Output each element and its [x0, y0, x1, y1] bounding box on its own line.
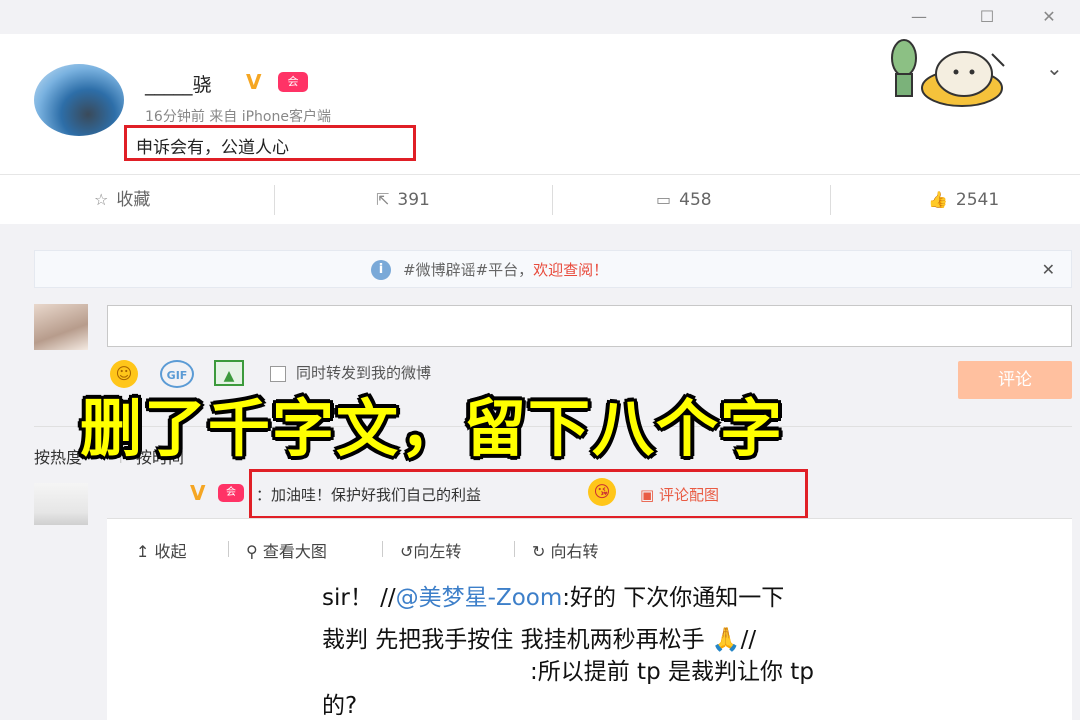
- post-action-bar: ☆ 收藏 ⇱ 391 ▭ 458 👍 2541: [0, 174, 1080, 224]
- commenter-avatar[interactable]: [34, 483, 88, 525]
- rotate-left-button[interactable]: ↺向左转: [400, 538, 461, 562]
- favorite-button[interactable]: ☆ 收藏: [94, 175, 150, 225]
- view-large-image-button[interactable]: ⚲ 查看大图: [246, 538, 327, 562]
- like-count: 2541: [955, 190, 1000, 210]
- divider: [514, 541, 515, 557]
- screenshot-text-line: :所以提前 tp 是裁判让你 tp: [530, 659, 814, 685]
- window-titlebar: — ☐ ✕: [0, 0, 1080, 34]
- share-icon: ⇱: [376, 190, 390, 209]
- divider: [274, 185, 275, 215]
- cartoon-sticker-icon: [891, 39, 1005, 107]
- thumbs-up-icon: 👍: [928, 190, 948, 209]
- kiss-emoji-icon: 😘: [588, 478, 616, 506]
- weibo-post: _____骁 V 会 16分钟前 来自 iPhone客户端 申诉会有，公道人心 …: [0, 34, 1080, 174]
- member-badge-icon[interactable]: 会: [218, 484, 244, 502]
- collapse-image-button[interactable]: ↥ 收起: [136, 538, 187, 562]
- rotate-left-icon: ↺: [400, 542, 414, 561]
- repost-button[interactable]: ⇱ 391: [376, 175, 430, 225]
- like-button[interactable]: 👍 2541: [928, 175, 999, 225]
- poster-avatar[interactable]: [34, 64, 124, 136]
- arrow-up-icon: ↥: [136, 542, 155, 561]
- notice-text: #微博辟谣#平台，欢迎查阅！: [403, 261, 609, 279]
- poster-username[interactable]: _____骁: [145, 70, 212, 97]
- screenshot-text-line: sir！ //@美梦星-Zoom:好的 下次你通知一下: [322, 585, 785, 611]
- member-badge-icon[interactable]: 会: [278, 72, 308, 92]
- submit-comment-button[interactable]: 评论: [958, 361, 1072, 399]
- divider: [830, 185, 831, 215]
- repost-count: 391: [397, 190, 430, 210]
- divider: [552, 185, 553, 215]
- screenshot-text-line: 的?: [322, 693, 358, 719]
- divider: [382, 541, 383, 557]
- comment-button[interactable]: ▭ 458: [656, 175, 712, 225]
- notice-link[interactable]: 欢迎查阅！: [533, 261, 608, 279]
- maximize-button[interactable]: ☐: [974, 6, 1000, 28]
- rotate-right-button[interactable]: ↻ 向右转: [532, 538, 599, 562]
- post-meta: 16分钟前 来自 iPhone客户端: [145, 109, 331, 125]
- post-text: 申诉会有，公道人心: [136, 138, 289, 158]
- divider: [228, 541, 229, 557]
- overlay-caption: 删了千字文，留下八个字: [80, 392, 785, 465]
- verified-icon: V: [246, 70, 262, 94]
- favorite-label: 收藏: [116, 190, 151, 210]
- chevron-down-icon[interactable]: ⌄: [1046, 56, 1063, 80]
- info-icon: i: [371, 260, 391, 280]
- comment-input[interactable]: [107, 305, 1072, 347]
- comment-image-link[interactable]: ▣ 评论配图: [640, 484, 719, 505]
- comment-count: 458: [679, 190, 712, 210]
- comment-icon: ▭: [656, 190, 672, 209]
- star-icon: ☆: [94, 190, 109, 209]
- current-user-avatar: [34, 304, 88, 350]
- close-icon[interactable]: ✕: [1042, 251, 1055, 289]
- comment-text: ：加油哇！保护好我们自己的利益: [256, 486, 482, 504]
- image-icon: ▣: [640, 486, 659, 504]
- sort-by-hot-tab[interactable]: 按热度: [34, 444, 82, 468]
- rumor-notice-banner: i #微博辟谣#平台，欢迎查阅！ ✕: [34, 250, 1072, 288]
- close-window-button[interactable]: ✕: [1036, 6, 1062, 28]
- search-icon: ⚲: [246, 542, 263, 561]
- mention-link: @美梦星-Zoom: [395, 585, 563, 611]
- screenshot-text-line: 裁判 先把我手按住 我挂机两秒再松手 🙏//: [322, 627, 757, 653]
- minimize-button[interactable]: —: [906, 6, 932, 28]
- rotate-right-icon: ↻: [532, 542, 551, 561]
- verified-icon: V: [190, 481, 206, 505]
